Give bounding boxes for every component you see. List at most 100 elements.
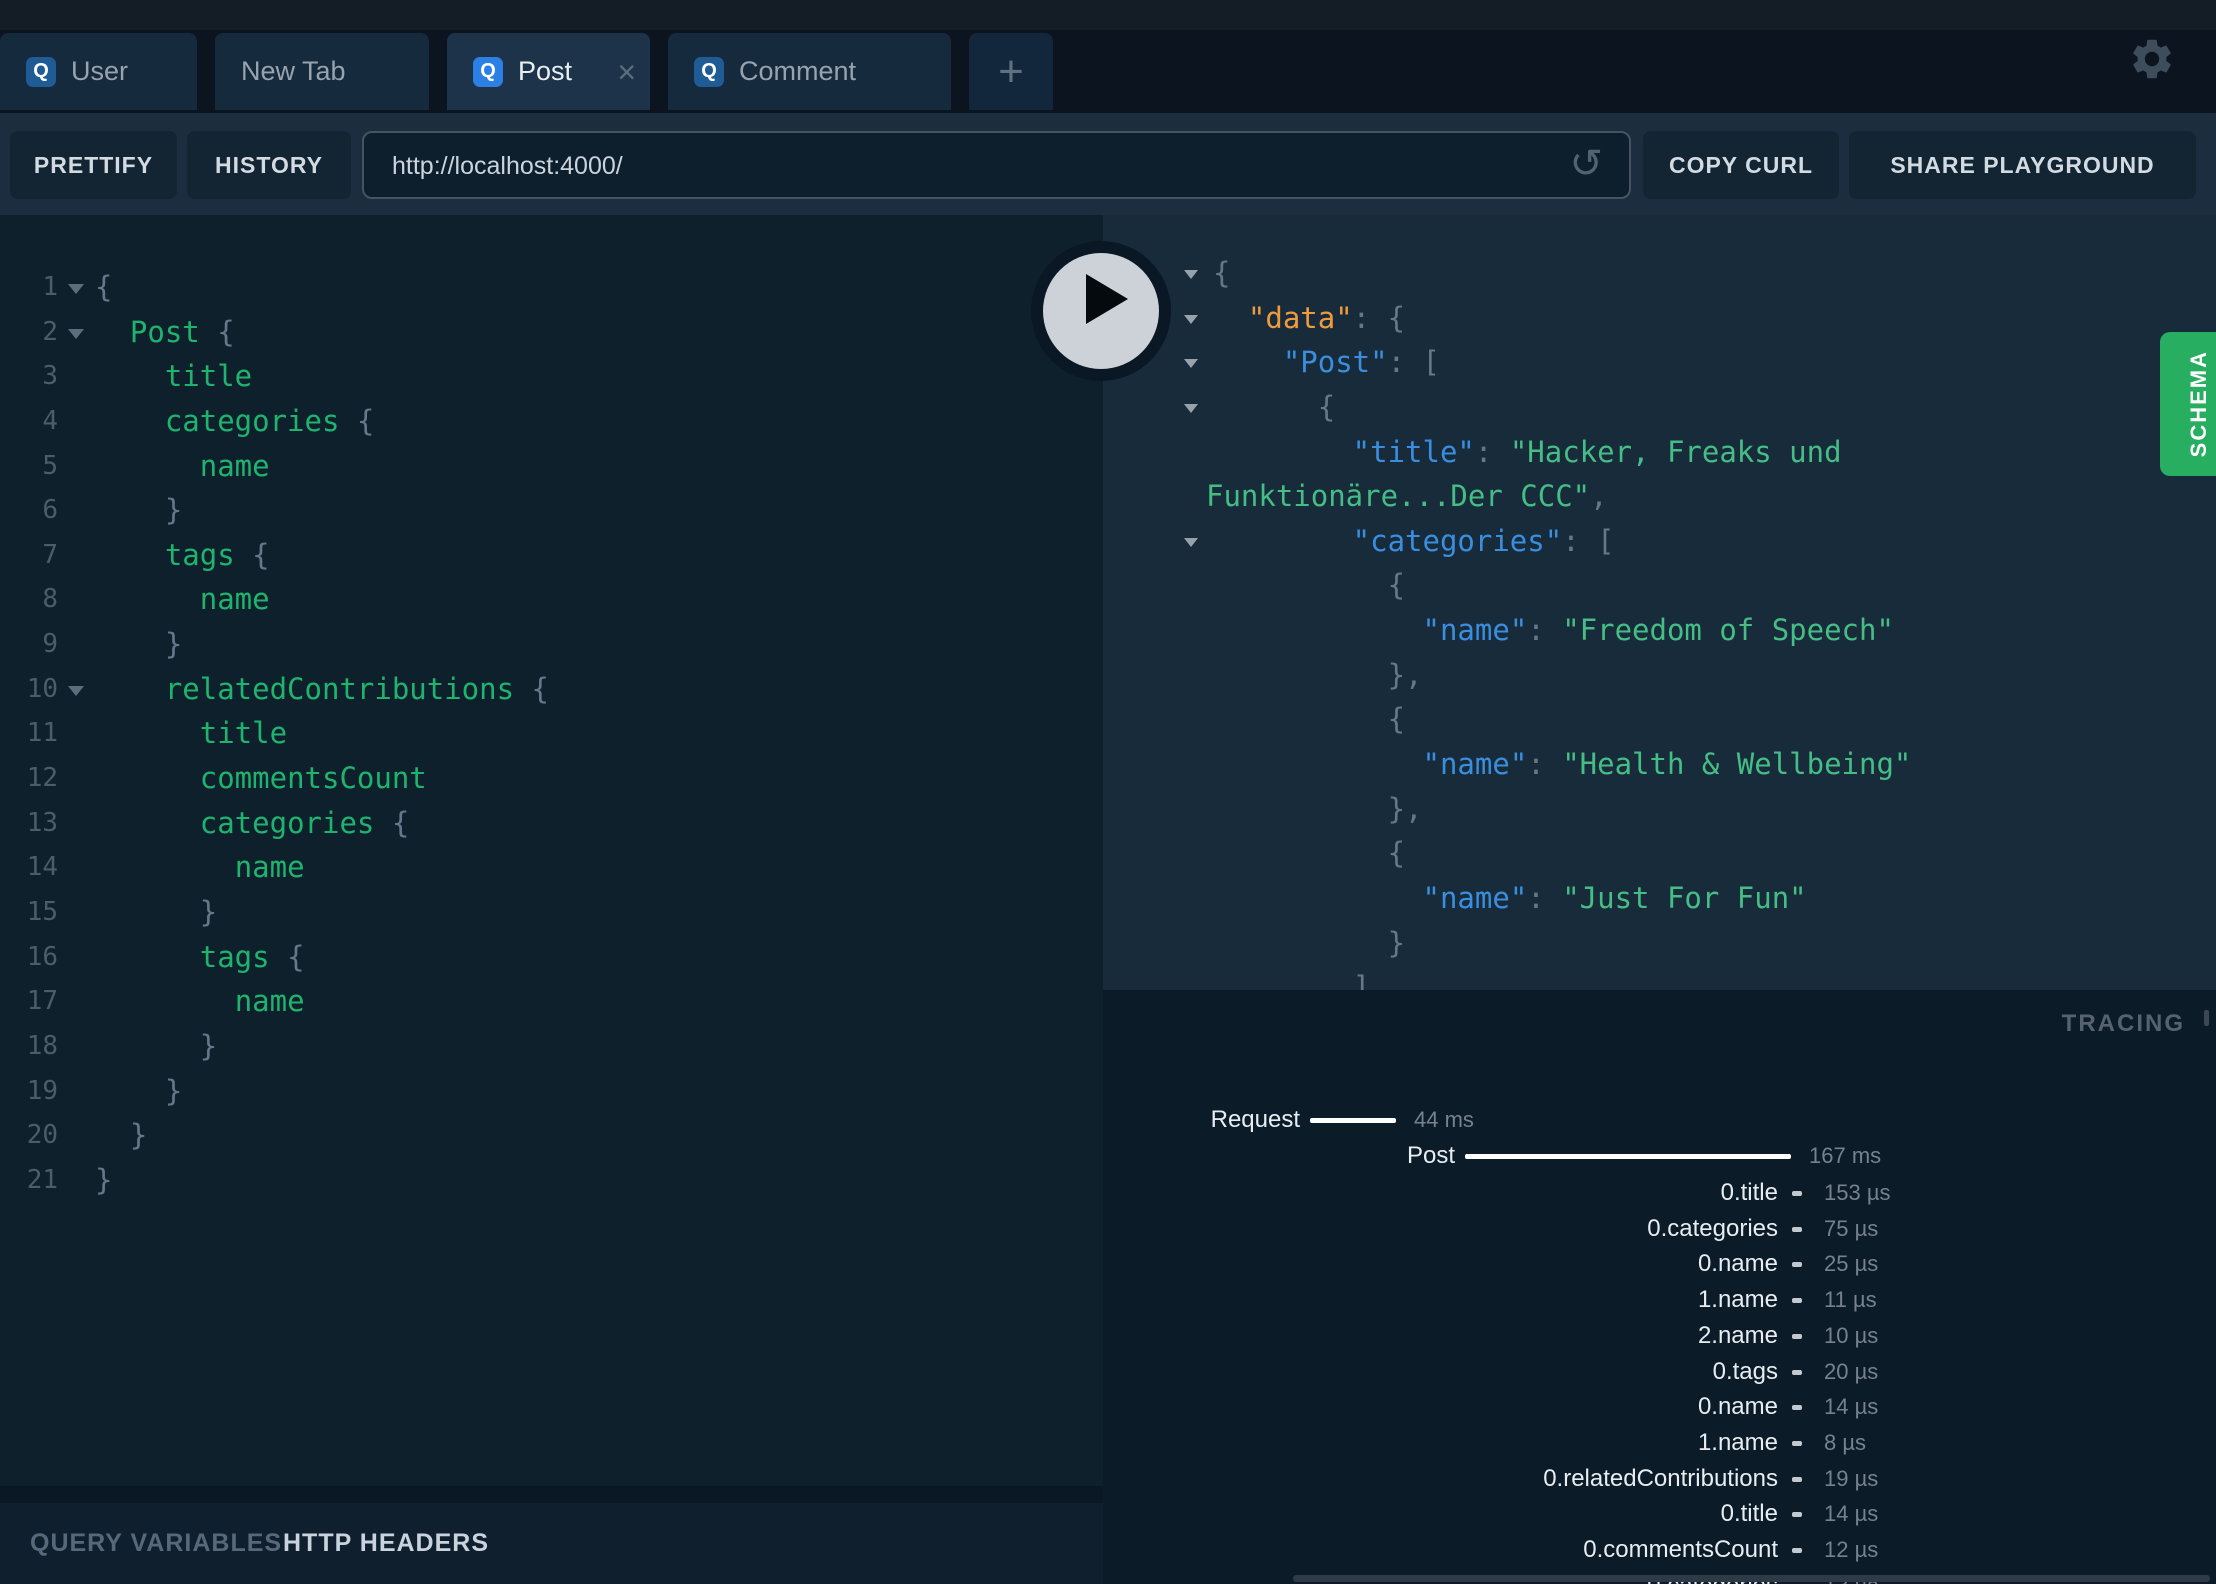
response-line: { <box>1103 697 2216 742</box>
tracing-row: 0.commentsCount 12 µs <box>1103 1532 2216 1568</box>
tab-label: User <box>71 56 129 86</box>
query-editor-lines: 1{2 Post {3 title 4 categories {5 name 6 }… <box>0 265 1103 1202</box>
fold-arrow-icon[interactable] <box>68 328 84 339</box>
reload-icon[interactable]: ↺ <box>1569 141 1603 187</box>
query-type-badge: Q <box>26 56 56 87</box>
tracing-duration-dash <box>1792 1333 1802 1339</box>
response-code: ], <box>1352 970 1388 990</box>
response-code: { <box>1317 389 1336 424</box>
tracing-duration-value: 8 µs <box>1824 1429 1867 1455</box>
history-button[interactable]: HISTORY <box>187 131 351 199</box>
tracing-duration-value: 44 ms <box>1414 1107 1474 1132</box>
line-number: 13 <box>26 807 58 838</box>
prettify-button[interactable]: PRETTIFY <box>10 131 177 199</box>
tab-post[interactable]: Q Post × <box>447 33 650 110</box>
editor-code: categories { <box>164 403 375 438</box>
editor-line: 14 name <box>0 845 1103 890</box>
line-number: 11 <box>26 718 58 749</box>
variables-panel-resizer[interactable] <box>0 1486 1103 1503</box>
response-code: }, <box>1387 657 1423 692</box>
editor-line: 12 commentsCount <box>0 756 1103 801</box>
fold-arrow-icon[interactable] <box>68 284 84 294</box>
tabs-container: Q User New Tab Q Post × Q Comment + <box>0 33 1053 110</box>
tracing-resolver-label: 0.name <box>1697 1393 1778 1421</box>
query-editor-pane[interactable]: 1{2 Post {3 title 4 categories {5 name 6 }… <box>0 215 1103 1486</box>
tracing-duration-value: 19 µs <box>1824 1465 1879 1491</box>
tab-query-variables[interactable]: QUERY VARIABLES <box>30 1503 282 1584</box>
tab-user[interactable]: Q User <box>0 33 197 110</box>
editor-line: 4 categories { <box>0 399 1103 444</box>
response-pane[interactable]: {"data": {"Post": [{"title": "Hacker, Fr… <box>1103 215 2216 990</box>
close-tab-icon[interactable]: × <box>605 56 636 88</box>
play-icon <box>1086 274 1128 324</box>
share-playground-button[interactable]: SHARE PLAYGROUND <box>1849 131 2196 199</box>
response-line: { <box>1103 385 2216 430</box>
response-code: "categories": [ <box>1352 523 1615 558</box>
editor-line: 16 tags { <box>0 935 1103 980</box>
line-number: 2 <box>42 316 58 347</box>
line-number: 14 <box>26 852 58 883</box>
response-code: { <box>1387 836 1406 871</box>
tab-new-tab[interactable]: New Tab <box>215 33 429 110</box>
collapse-arrow-icon[interactable] <box>1184 359 1198 369</box>
settings-gear-icon[interactable] <box>2128 35 2176 83</box>
editor-line: 6 } <box>0 488 1103 533</box>
editor-code: name <box>199 582 270 617</box>
line-number: 18 <box>26 1030 58 1061</box>
editor-line: 9 } <box>0 622 1103 667</box>
execute-query-button[interactable] <box>1031 241 1171 381</box>
response-line: Funktionäre...Der CCC", <box>1103 474 2216 519</box>
vertical-scrollbar-thumb[interactable] <box>2204 1010 2209 1026</box>
response-line: "categories": [ <box>1103 519 2216 564</box>
editor-code: } <box>95 1028 218 1063</box>
editor-code: relatedContributions { <box>164 671 549 706</box>
response-code: }, <box>1387 791 1423 826</box>
tracing-resolver-label: 2.name <box>1697 1321 1778 1349</box>
tracing-resolver-label: 1.name <box>1697 1428 1778 1456</box>
bottom-panel-tabs: QUERY VARIABLES HTTP HEADERS <box>0 1503 1103 1584</box>
line-number: 5 <box>42 450 58 481</box>
collapse-arrow-icon[interactable] <box>1184 270 1198 279</box>
tab-comment[interactable]: Q Comment <box>668 33 951 110</box>
collapse-arrow-icon[interactable] <box>1184 403 1198 413</box>
url-input[interactable] <box>390 133 1534 199</box>
tracing-duration-value: 14 µs <box>1824 1394 1879 1420</box>
tracing-duration-value: 153 µs <box>1824 1180 1891 1205</box>
tracing-resolver-label: 0.name <box>1697 1250 1778 1278</box>
tracing-panel[interactable]: TRACING Request 44 ms Post 167 ms 0.title 153… <box>1103 990 2216 1584</box>
response-line: }, <box>1103 787 2216 832</box>
editor-line: 2 Post { <box>0 310 1103 355</box>
tracing-row: Post 167 ms <box>1103 1138 2216 1174</box>
response-line: } <box>1103 921 2216 966</box>
editor-line: 13 categories { <box>0 801 1103 846</box>
copy-curl-button[interactable]: COPY CURL <box>1643 131 1839 199</box>
endpoint-url-bar: ↺ <box>362 131 1631 199</box>
schema-side-tab[interactable]: SCHEMA <box>2160 332 2216 476</box>
response-line: { <box>1103 563 2216 608</box>
tab-label: New Tab <box>241 56 346 86</box>
editor-code: } <box>95 1118 148 1153</box>
response-code: "name": "Just For Fun" <box>1422 880 1807 915</box>
line-number: 20 <box>26 1120 58 1151</box>
line-number: 9 <box>42 629 58 660</box>
response-code: { <box>1387 568 1406 603</box>
tracing-row: 0.categories 75 µs <box>1103 1211 2216 1247</box>
tracing-resolver-label: 0.relatedContributions <box>1543 1464 1778 1492</box>
tab-http-headers[interactable]: HTTP HEADERS <box>283 1503 489 1584</box>
horizontal-scrollbar-thumb[interactable] <box>1293 1575 2210 1582</box>
collapse-arrow-icon[interactable] <box>1184 537 1198 547</box>
tracing-row: 0.relatedContributions 19 µs <box>1103 1461 2216 1497</box>
tracing-row: 0.title 153 µs <box>1103 1175 2216 1211</box>
line-number: 12 <box>26 763 58 794</box>
tracing-row: 0.tags 20 µs <box>1103 1354 2216 1390</box>
query-type-badge: Q <box>694 56 724 87</box>
editor-code: name <box>234 984 305 1019</box>
response-line: "name": "Just For Fun" <box>1103 876 2216 921</box>
editor-code: commentsCount <box>199 761 427 796</box>
tracing-duration-dash <box>1792 1191 1802 1196</box>
tracing-duration-value: 25 µs <box>1824 1251 1879 1277</box>
collapse-arrow-icon[interactable] <box>1184 314 1198 324</box>
add-tab-button[interactable]: + <box>969 33 1053 110</box>
editor-code: tags { <box>199 939 305 974</box>
fold-arrow-icon[interactable] <box>68 685 84 696</box>
